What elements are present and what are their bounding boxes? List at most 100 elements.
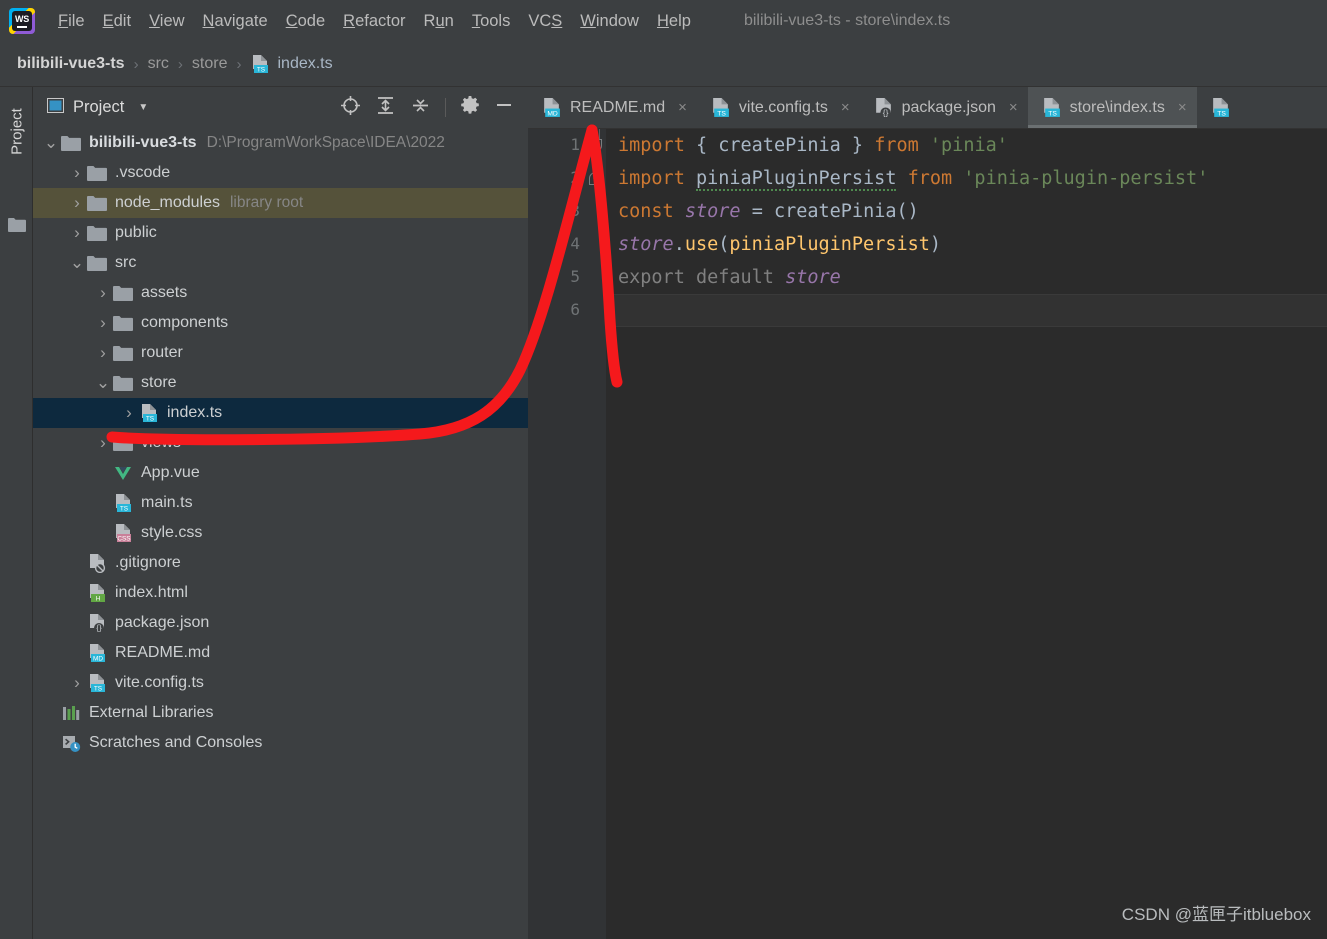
menu-bar: WS FileEditViewNavigateCodeRefactorRunTo… xyxy=(0,0,1327,42)
menu-window[interactable]: Window xyxy=(571,10,648,33)
locate-target-icon[interactable] xyxy=(340,95,361,121)
tree-row--vscode[interactable]: ›.vscode xyxy=(33,158,528,188)
json-file-icon: {} xyxy=(87,613,107,633)
tree-row-app-vue[interactable]: ›App.vue xyxy=(33,458,528,488)
menu-tools[interactable]: Tools xyxy=(463,10,520,33)
tree-row-label: views xyxy=(141,434,181,452)
ts-file-icon: TS xyxy=(87,673,107,693)
code-token: import xyxy=(618,168,685,189)
ts-file-icon: TS xyxy=(710,97,731,118)
tree-row-components[interactable]: ›components xyxy=(33,308,528,338)
chevron-right-icon[interactable]: › xyxy=(93,313,113,333)
fold-region-start-icon[interactable]: − xyxy=(589,139,602,152)
expand-all-icon[interactable] xyxy=(375,95,396,121)
tree-row--gitignore[interactable]: ›.gitignore xyxy=(33,548,528,578)
tree-row-label: index.html xyxy=(115,584,188,602)
chevron-right-icon[interactable]: › xyxy=(93,433,113,453)
collapse-all-icon[interactable] xyxy=(410,95,431,121)
chevron-down-icon[interactable]: ⌄ xyxy=(93,378,113,388)
tree-row-vite-config-ts[interactable]: ›TSvite.config.ts xyxy=(33,668,528,698)
svg-text:H: H xyxy=(96,596,101,603)
tree-row-main-ts[interactable]: ›TSmain.ts xyxy=(33,488,528,518)
tree-row-node-modules[interactable]: ›node_moduleslibrary root xyxy=(33,188,528,218)
folder-icon xyxy=(61,135,81,151)
menu-view[interactable]: View xyxy=(140,10,193,33)
tree-row-label: package.json xyxy=(115,614,209,632)
breadcrumb-item-src[interactable]: src xyxy=(148,55,169,73)
menu-code[interactable]: Code xyxy=(277,10,334,33)
chevron-down-icon[interactable]: ⌄ xyxy=(67,258,87,268)
code-token xyxy=(707,135,718,156)
tree-row-public[interactable]: ›public xyxy=(33,218,528,248)
breadcrumb: bilibili-vue3-ts›src›store›TSindex.ts xyxy=(0,42,1327,87)
tree-row-label: App.vue xyxy=(141,464,200,482)
chevron-down-icon[interactable]: ⌄ xyxy=(41,138,61,148)
tree-row-views[interactable]: › views xyxy=(33,428,528,458)
ts-file-icon: TS xyxy=(1041,97,1062,118)
tree-row-scratches-and-consoles[interactable]: ›Scratches and Consoles xyxy=(33,728,528,758)
tree-row-style-css[interactable]: ›CSSstyle.css xyxy=(33,518,528,548)
code-folding-rail: −− xyxy=(594,129,606,939)
editor-tab-readme-md[interactable]: MDREADME.md× xyxy=(528,87,697,128)
editor-tab-overflow[interactable]: TS xyxy=(1197,87,1241,128)
editor-tab-package-json[interactable]: {}package.json× xyxy=(860,87,1028,128)
chevron-right-icon[interactable]: › xyxy=(67,163,87,183)
menu-navigate[interactable]: Navigate xyxy=(194,10,277,33)
code-token: import xyxy=(618,135,685,156)
breadcrumb-item-index-ts[interactable]: TSindex.ts xyxy=(250,54,332,74)
code-line-4: store.use(piniaPluginPersist) xyxy=(618,228,941,261)
tree-row-src[interactable]: ⌄src xyxy=(33,248,528,278)
menu-refactor[interactable]: Refactor xyxy=(334,10,414,33)
code-token xyxy=(774,267,785,288)
menu-run[interactable]: Run xyxy=(415,10,463,33)
code-editor[interactable]: 123456 −− import { createPinia } from 'p… xyxy=(528,129,1327,939)
editor-tab-vite-config-ts[interactable]: TSvite.config.ts× xyxy=(697,87,860,128)
breadcrumb-separator: › xyxy=(178,56,183,73)
tool-window-button-project[interactable]: Project xyxy=(9,102,26,162)
chevron-right-icon[interactable]: › xyxy=(67,673,87,693)
settings-gear-icon[interactable] xyxy=(460,95,480,120)
tree-row-index-ts[interactable]: ›TSindex.ts xyxy=(33,398,528,428)
chevron-down-icon[interactable]: ▼ xyxy=(138,102,148,113)
tree-row-assets[interactable]: ›assets xyxy=(33,278,528,308)
tree-row-index-html[interactable]: ›Hindex.html xyxy=(33,578,528,608)
minimize-icon[interactable] xyxy=(494,95,514,120)
breadcrumb-item-bilibili-vue3-ts[interactable]: bilibili-vue3-ts xyxy=(17,55,125,73)
tree-row-readme-md[interactable]: ›MDREADME.md xyxy=(33,638,528,668)
chevron-right-icon[interactable]: › xyxy=(93,283,113,303)
fold-region-end-icon[interactable]: − xyxy=(589,172,602,185)
code-token: 'pinia-plugin-persist' xyxy=(963,168,1208,189)
webstorm-logo-text: WS xyxy=(15,15,29,24)
project-panel-title: Project xyxy=(73,98,124,117)
chevron-right-icon[interactable]: › xyxy=(93,343,113,363)
left-tool-strip: Project xyxy=(0,87,33,939)
chevron-right-icon[interactable]: › xyxy=(67,193,87,213)
code-content[interactable]: import { createPinia } from 'pinia'impor… xyxy=(606,129,1327,939)
editor-tab-store-index-ts[interactable]: TSstore\index.ts× xyxy=(1028,87,1197,128)
close-icon[interactable]: × xyxy=(678,99,687,116)
code-token: } xyxy=(852,135,863,156)
close-icon[interactable]: × xyxy=(1009,99,1018,116)
code-token: piniaPluginPersist xyxy=(696,168,896,191)
menu-file[interactable]: File xyxy=(49,10,94,33)
svg-text:TS: TS xyxy=(1217,110,1226,117)
tree-row-store[interactable]: ⌄store xyxy=(33,368,528,398)
tree-row-bilibili-vue3-ts[interactable]: ⌄bilibili-vue3-tsD:\ProgramWorkSpace\IDE… xyxy=(33,128,528,158)
tree-row-router[interactable]: ›router xyxy=(33,338,528,368)
breadcrumb-item-store[interactable]: store xyxy=(192,55,228,73)
close-icon[interactable]: × xyxy=(1178,99,1187,116)
menu-help[interactable]: Help xyxy=(648,10,700,33)
menu-edit[interactable]: Edit xyxy=(94,10,140,33)
css-file-icon: CSS xyxy=(113,523,133,543)
tree-row-package-json[interactable]: ›{}package.json xyxy=(33,608,528,638)
breadcrumb-label: src xyxy=(148,55,169,73)
menu-vcs[interactable]: VCS xyxy=(519,10,571,33)
svg-text:{}: {} xyxy=(96,624,102,633)
chevron-right-icon[interactable]: › xyxy=(119,403,139,423)
line-number: 4 xyxy=(570,234,580,253)
line-number: 6 xyxy=(570,300,580,319)
close-icon[interactable]: × xyxy=(841,99,850,116)
chevron-right-icon[interactable]: › xyxy=(67,223,87,243)
project-panel-header: Project ▼ xyxy=(33,87,528,128)
tree-row-external-libraries[interactable]: ›External Libraries xyxy=(33,698,528,728)
